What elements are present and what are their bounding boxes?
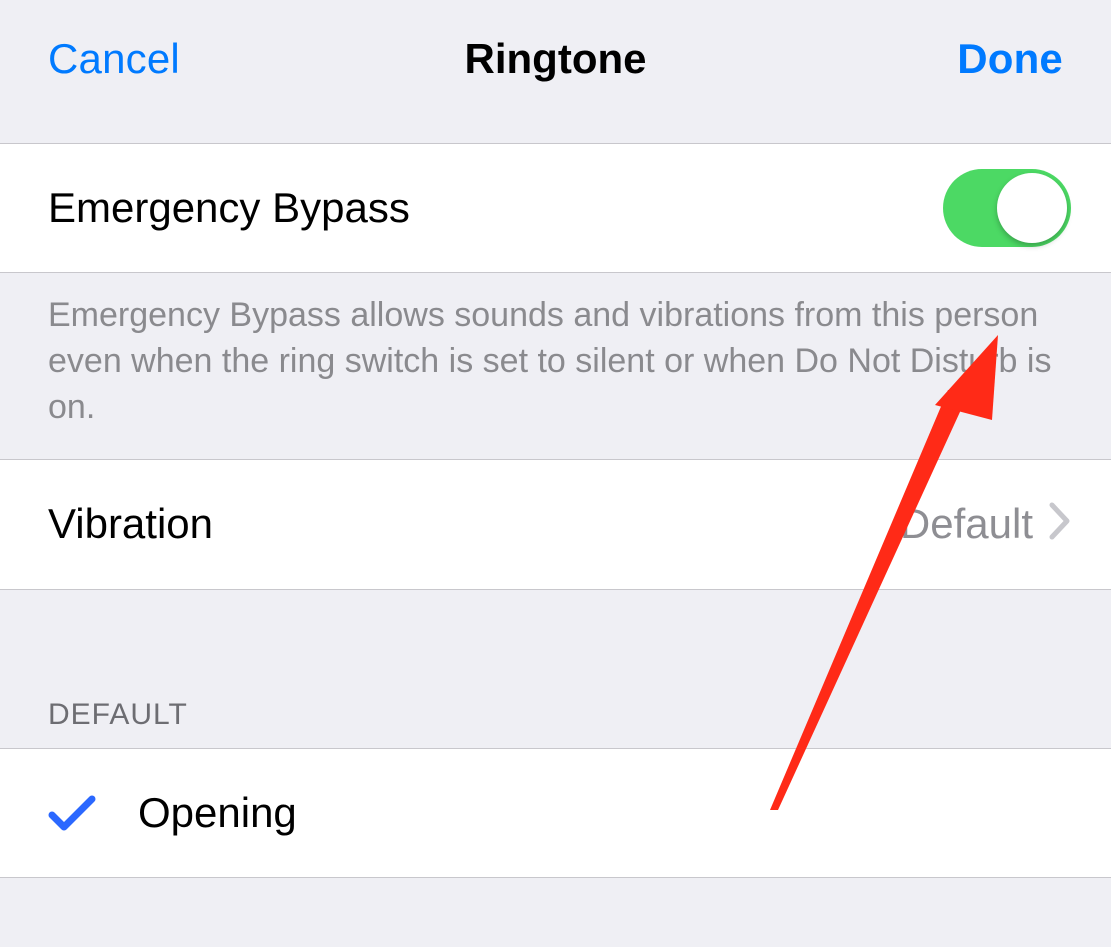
vibration-value: Default <box>900 500 1033 548</box>
vibration-label: Vibration <box>48 500 900 548</box>
ringtone-label: Opening <box>138 789 297 837</box>
vibration-row[interactable]: Vibration Default <box>0 460 1111 590</box>
emergency-bypass-row[interactable]: Emergency Bypass <box>0 143 1111 273</box>
done-button[interactable]: Done <box>957 35 1063 83</box>
nav-bar: Cancel Ringtone Done <box>0 0 1111 143</box>
chevron-right-icon <box>1049 501 1071 547</box>
emergency-bypass-label: Emergency Bypass <box>48 184 943 232</box>
toggle-knob <box>997 173 1067 243</box>
emergency-bypass-toggle[interactable] <box>943 169 1071 247</box>
cancel-button[interactable]: Cancel <box>48 35 180 83</box>
section-gap <box>0 590 1111 620</box>
page-title: Ringtone <box>465 35 647 83</box>
section-header-default: DEFAULT <box>0 620 1111 748</box>
emergency-bypass-description: Emergency Bypass allows sounds and vibra… <box>0 273 1111 460</box>
checkmark-icon <box>48 793 138 833</box>
ringtone-row-opening[interactable]: Opening <box>0 748 1111 878</box>
